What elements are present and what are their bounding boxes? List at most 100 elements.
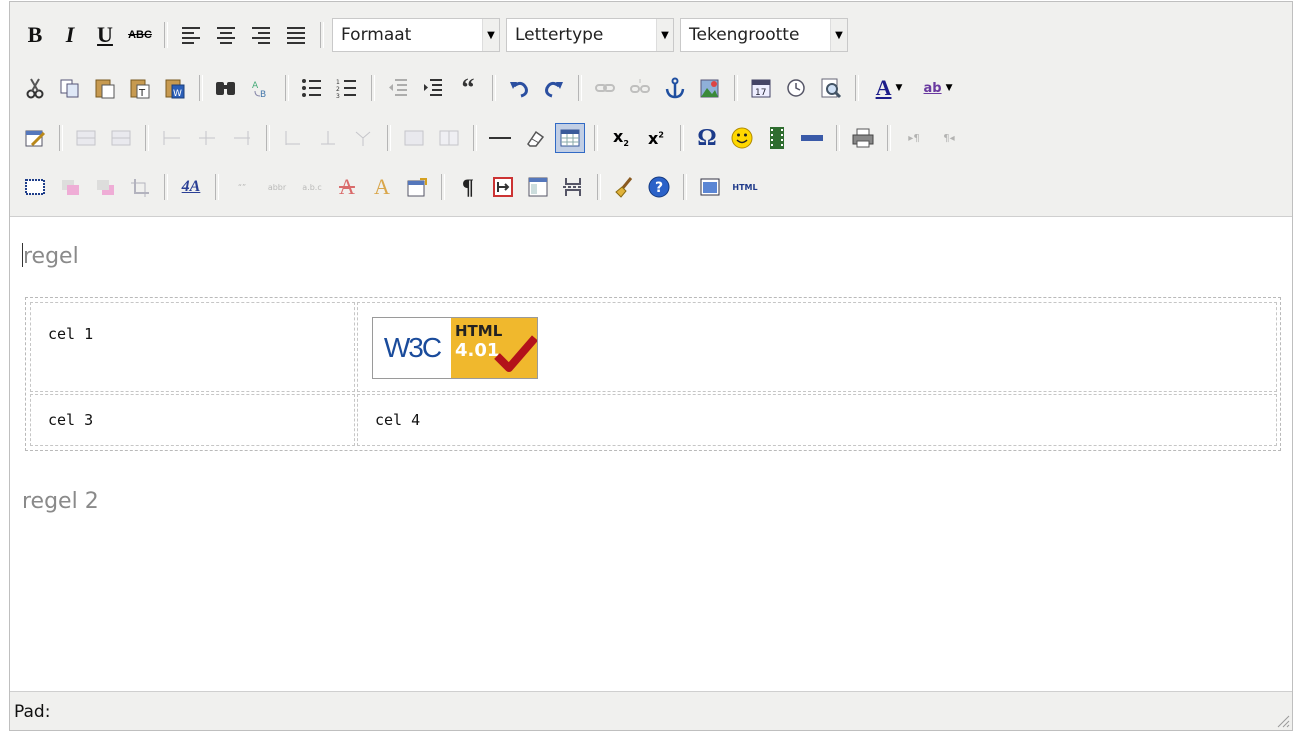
link-button[interactable] [590, 73, 620, 103]
separator [285, 75, 289, 101]
paste-button[interactable] [90, 73, 120, 103]
replace-button[interactable]: AB [246, 73, 276, 103]
indent-button[interactable] [418, 73, 448, 103]
table-column-icon [199, 131, 215, 145]
w3c-logo: W3C [383, 332, 442, 363]
move-backward-button[interactable] [90, 172, 120, 202]
text-color-button[interactable]: A ▼ [867, 73, 911, 103]
cite-button[interactable]: “” [227, 172, 257, 202]
style-props-button[interactable]: 4A [176, 172, 206, 202]
insert-time-button[interactable] [781, 73, 811, 103]
subscript-button[interactable]: x2 [606, 123, 636, 153]
special-char-button[interactable]: Ω [692, 123, 722, 153]
absolute-button[interactable] [125, 172, 155, 202]
numbered-list-button[interactable]: 123 [332, 73, 362, 103]
insert-col-before-button[interactable] [192, 123, 222, 153]
align-center-button[interactable] [211, 20, 241, 50]
underline-button[interactable]: U [90, 20, 120, 50]
cleanup-button[interactable] [609, 172, 639, 202]
insert-row-after-button[interactable] [106, 123, 136, 153]
svg-text:T: T [138, 88, 146, 99]
anchor-button[interactable] [660, 73, 690, 103]
row-props-button[interactable] [399, 123, 429, 153]
bold-button[interactable]: B [20, 20, 50, 50]
template-button[interactable] [523, 172, 553, 202]
insert-layer-button[interactable] [20, 172, 50, 202]
omega-icon: Ω [697, 124, 717, 151]
move-forward-button[interactable] [55, 172, 85, 202]
editor-content[interactable]: regel cel 1 W3C HTML 4.01 cel 3 cel 4 re… [10, 217, 1292, 693]
html-label: HTML [732, 182, 758, 192]
redo-button[interactable] [539, 73, 569, 103]
non-breaking-button[interactable] [488, 172, 518, 202]
justify-icon [287, 27, 305, 44]
size-select[interactable]: Tekengrootte ▼ [680, 18, 848, 52]
visual-chars-button[interactable]: ¶ [453, 172, 483, 202]
horizontal-rule-button[interactable] [485, 123, 515, 153]
table-row-icon [111, 130, 131, 146]
rtl-button[interactable]: ¶◂ [934, 123, 964, 153]
insertion-button[interactable]: A [367, 172, 397, 202]
print-button[interactable] [848, 123, 878, 153]
merge-cells-button[interactable] [348, 123, 378, 153]
insert-date-button[interactable]: 17 [746, 73, 776, 103]
undo-button[interactable] [504, 73, 534, 103]
paragraph-1-text: regel [23, 244, 79, 269]
page-break-button[interactable] [558, 172, 588, 202]
superscript-button[interactable]: x2 [641, 123, 671, 153]
help-button[interactable]: ? [644, 172, 674, 202]
format-select[interactable]: Formaat ▼ [332, 18, 500, 52]
insert-col-after-button[interactable] [227, 123, 257, 153]
acronym-button[interactable]: a.b.c [297, 172, 327, 202]
paragraph-1[interactable]: regel [22, 243, 79, 269]
copy-button[interactable] [55, 73, 85, 103]
highlight-color-button[interactable]: ab ▼ [916, 73, 960, 103]
table-cell[interactable]: cel 1 [30, 302, 355, 392]
align-left-button[interactable] [176, 20, 206, 50]
outdent-button[interactable] [383, 73, 413, 103]
paste-word-button[interactable]: W [160, 73, 190, 103]
cut-button[interactable] [20, 73, 50, 103]
delete-row-button[interactable] [157, 123, 187, 153]
html-source-button[interactable]: HTML [730, 172, 760, 202]
remove-format-button[interactable] [520, 123, 550, 153]
table-cell[interactable]: cel 4 [357, 394, 1277, 446]
bullet-list-icon [302, 79, 321, 97]
table-cell[interactable]: W3C HTML 4.01 [357, 302, 1277, 392]
blockquote-button[interactable]: “ [453, 73, 483, 103]
strikethrough-button[interactable]: ABC [125, 20, 155, 50]
edit-css-button[interactable] [20, 123, 50, 153]
svg-text:2: 2 [336, 86, 340, 93]
paste-text-button[interactable]: T [125, 73, 155, 103]
font-select[interactable]: Lettertype ▼ [506, 18, 674, 52]
insert-row-before-button[interactable] [71, 123, 101, 153]
attributes-button[interactable] [402, 172, 432, 202]
preview-button[interactable] [816, 73, 846, 103]
italic-button[interactable]: I [55, 20, 85, 50]
table-cell[interactable]: cel 3 [30, 394, 355, 446]
find-button[interactable] [211, 73, 241, 103]
template-icon [528, 177, 548, 197]
split-cells-button[interactable] [313, 123, 343, 153]
unlink-button[interactable] [625, 73, 655, 103]
delete-col-button[interactable] [278, 123, 308, 153]
deletion-button[interactable]: A [332, 172, 362, 202]
resize-grip-icon[interactable] [1274, 712, 1290, 728]
align-right-button[interactable] [246, 20, 276, 50]
justify-button[interactable] [281, 20, 311, 50]
abbreviation-button[interactable]: abbr [262, 172, 292, 202]
media-button[interactable] [762, 123, 792, 153]
image-button[interactable] [695, 73, 725, 103]
separator [164, 22, 168, 48]
cell-props-button[interactable] [434, 123, 464, 153]
fullscreen-button[interactable] [695, 172, 725, 202]
emoticons-button[interactable] [727, 123, 757, 153]
outdent-icon [389, 79, 407, 96]
advanced-hr-button[interactable] [797, 123, 827, 153]
table-button[interactable] [555, 123, 585, 153]
content-table[interactable]: cel 1 W3C HTML 4.01 cel 3 cel 4 [25, 297, 1281, 451]
paragraph-2[interactable]: regel 2 [22, 489, 99, 514]
abbr-icon: abbr [267, 182, 287, 192]
bullet-list-button[interactable] [297, 73, 327, 103]
ltr-button[interactable]: ▸¶ [899, 123, 929, 153]
